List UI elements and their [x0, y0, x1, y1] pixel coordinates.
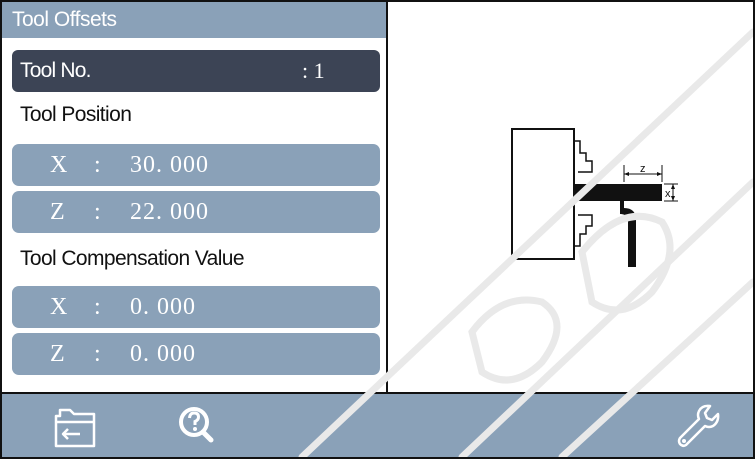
tool-position-z-value: 22. 000: [130, 199, 209, 225]
tool-number-value: : 1: [302, 58, 325, 83]
lathe-tool-diagram: z x: [511, 128, 678, 267]
lower-jaw: [574, 214, 593, 247]
folder-back-icon: [54, 408, 96, 448]
tool-offset-diagram-panel: z x: [388, 2, 753, 392]
upper-jaw: [574, 140, 593, 173]
tool-position-x-axis: X: [50, 152, 68, 178]
compensation-z-separator: :: [94, 341, 101, 367]
compensation-x-separator: :: [94, 294, 101, 320]
compensation-z-axis: Z: [50, 341, 65, 367]
chuck-body: [511, 128, 575, 260]
search-help-icon: [179, 407, 214, 443]
tool-position-x-field[interactable]: X : 30. 000: [12, 144, 380, 186]
tool-position-heading: Tool Position: [20, 103, 132, 126]
bottom-toolbar: [2, 392, 753, 457]
panel-title: Tool Offsets: [2, 2, 386, 38]
z-dimension-label: z: [640, 163, 646, 175]
tool-position-x-value: 30. 000: [130, 152, 209, 178]
compensation-z-field[interactable]: Z : 0. 000: [12, 333, 380, 375]
wrench-icon: [677, 404, 720, 448]
compensation-x-field[interactable]: X : 0. 000: [12, 286, 380, 328]
tool-position-z-field[interactable]: Z : 22. 000: [12, 191, 380, 233]
tool-compensation-heading: Tool Compensation Value: [20, 247, 245, 270]
folder-back-button[interactable]: [50, 402, 100, 452]
tool-position-z-axis: Z: [50, 199, 65, 225]
x-dimension-label: x: [665, 188, 671, 200]
tool-position-x-separator: :: [94, 152, 101, 178]
tool-number-label: Tool No.: [20, 59, 91, 82]
tool-number-field[interactable]: Tool No. : 1: [12, 50, 380, 92]
settings-wrench-button[interactable]: [672, 402, 722, 452]
compensation-z-value: 0. 000: [130, 341, 196, 367]
tool-offsets-screen: Tool Offsets Tool No. : 1 Tool Position …: [0, 0, 755, 459]
cutting-tool: [620, 201, 636, 267]
compensation-x-value: 0. 000: [130, 294, 196, 320]
tool-offsets-panel: Tool Offsets Tool No. : 1 Tool Position …: [2, 2, 388, 392]
compensation-x-axis: X: [50, 294, 68, 320]
search-help-button[interactable]: [172, 402, 222, 452]
workpiece: [574, 184, 662, 201]
tool-position-z-separator: :: [94, 199, 101, 225]
